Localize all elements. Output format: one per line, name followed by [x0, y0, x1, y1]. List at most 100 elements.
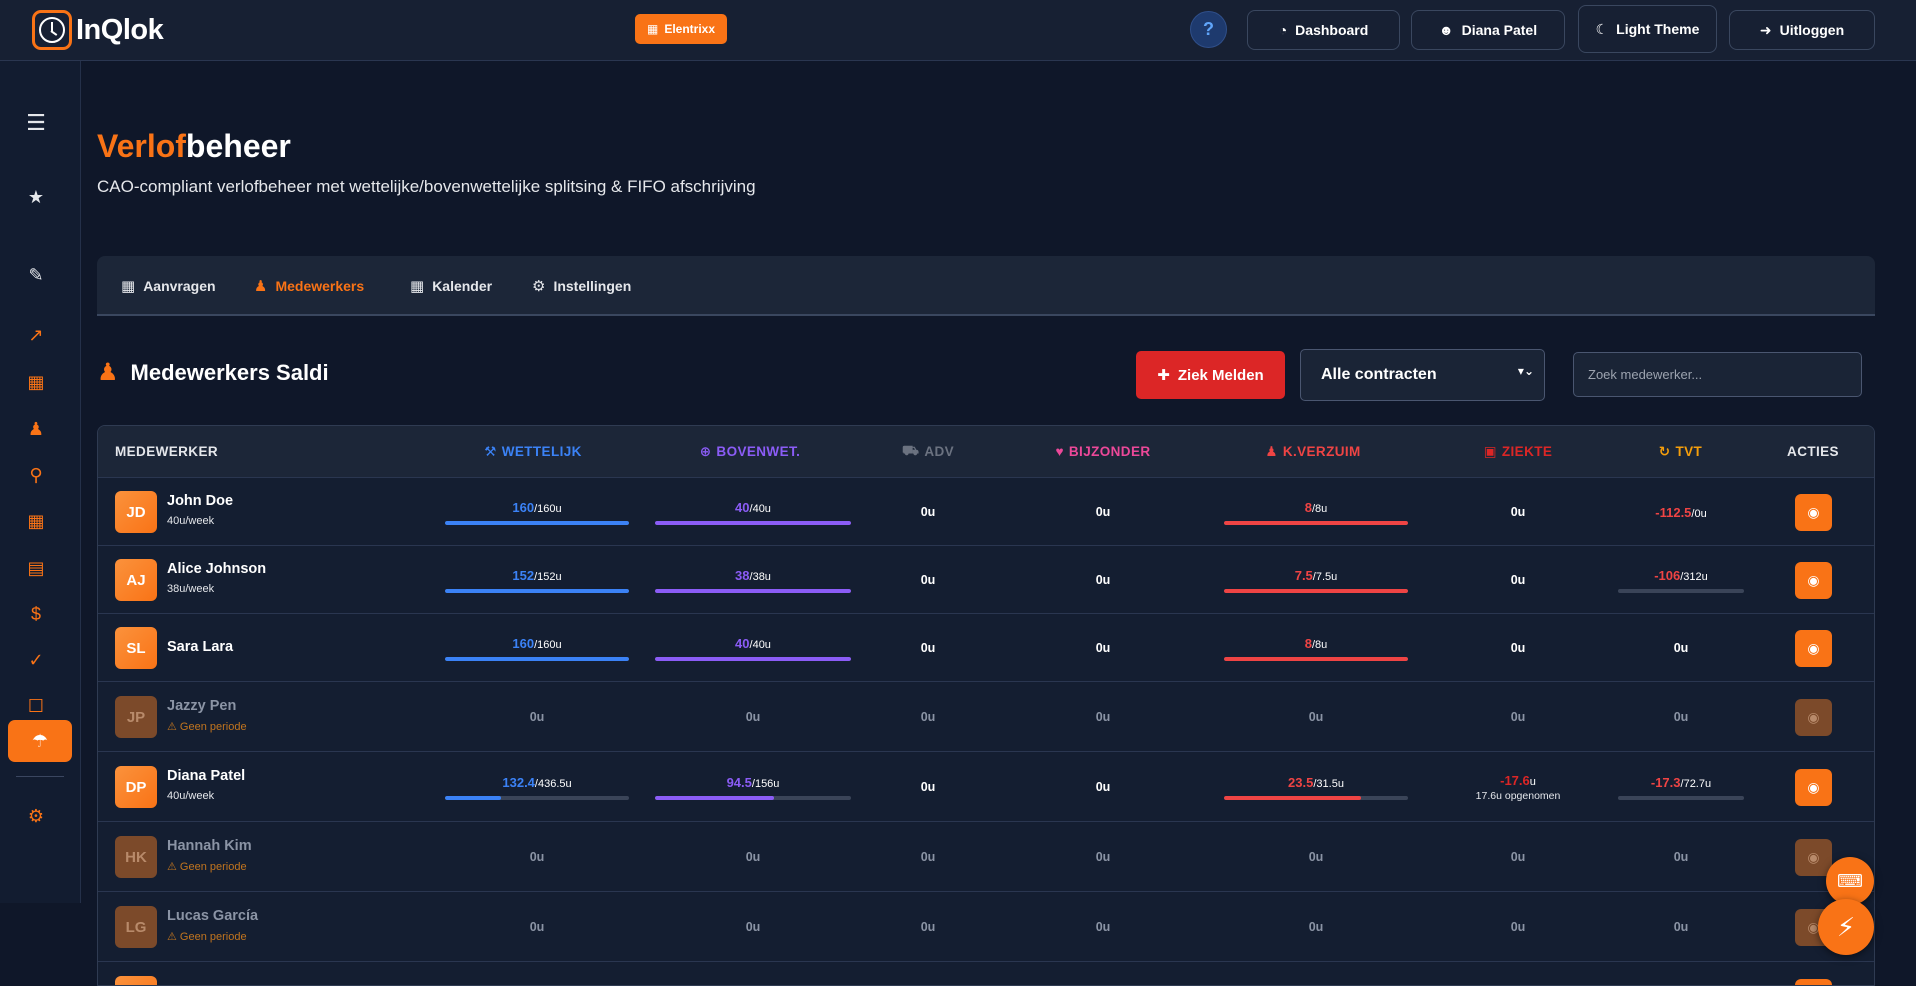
tab-medewerkers[interactable]: ♟ Medewerkers: [254, 256, 364, 316]
tab-kalender[interactable]: ▦ Kalender: [410, 256, 492, 316]
cell-bovenwet: 0u: [650, 822, 856, 892]
cell-kverzuim: 0u: [1219, 822, 1413, 892]
wettelijk-value: 132.4/436.5u: [502, 775, 571, 790]
tvt-total: /72.7u: [1680, 777, 1712, 790]
bovenwet-value: 38/38u: [735, 568, 771, 583]
users-icon[interactable]: ♟: [0, 411, 72, 447]
help-button[interactable]: ?: [1190, 11, 1227, 48]
contract-filter-select[interactable]: Alle contracten ▾⌄: [1300, 349, 1545, 401]
table-row[interactable]: JD John Doe 40u/week 160/160u 40/40u 0u 0u 8/8u…: [98, 477, 1874, 545]
employee-name[interactable]: Sara Lara: [167, 639, 233, 655]
employee-name[interactable]: Lucas García: [167, 908, 258, 924]
clipboard-icon[interactable]: ☐: [0, 688, 72, 724]
tab-label: Kalender: [432, 278, 493, 294]
employee-name[interactable]: John Doe: [167, 493, 233, 509]
qr-icon[interactable]: ▦: [0, 364, 72, 400]
view-details-button[interactable]: ◉: [1795, 629, 1832, 667]
user-button[interactable]: ☻ Diana Patel: [1411, 10, 1565, 50]
cell-bovenwet: 94.5/156u: [650, 752, 856, 822]
chart-icon[interactable]: ↗: [0, 317, 72, 353]
employee-name[interactable]: Alice Johnson: [167, 561, 266, 577]
view-details-button[interactable]: ◉: [1795, 698, 1832, 736]
header-bovenwet[interactable]: ⊕ BOVENWET.: [650, 426, 850, 477]
header-wettelijk[interactable]: ⚒ WETTELIJK: [438, 426, 628, 477]
sync-icon: ↻: [1658, 443, 1671, 459]
page-title-rest: beheer: [185, 128, 291, 164]
cell-bijzonder: 0u: [1038, 752, 1168, 822]
dashboard-button[interactable]: ◔ Dashboard: [1247, 10, 1400, 50]
kverzuim-progress-fill: [1224, 656, 1408, 661]
table-row[interactable]: DP Diana Patel 40u/week 132.4/436.5u 94.5/15…: [98, 751, 1874, 821]
table-row[interactable]: AJ Alice Johnson 38u/week 152/152u 38/38u 0u 0…: [98, 545, 1874, 613]
theme-toggle-button[interactable]: ☾ Light Theme: [1578, 5, 1717, 53]
sick-report-button[interactable]: ✚ Ziek Melden: [1136, 351, 1285, 399]
header-ziekte[interactable]: ▣ ZIEKTE: [1458, 426, 1578, 477]
header-adv[interactable]: ⛟ ADV: [878, 426, 978, 477]
settings-icon[interactable]: ⚙: [0, 798, 72, 834]
vacation-icon[interactable]: ☂: [8, 720, 72, 762]
employee-sub-label: Geen periode: [179, 721, 247, 733]
kverzuim-value: 8/8u: [1305, 500, 1328, 515]
warning-icon: ⚠: [167, 931, 180, 943]
keyboard-shortcuts-button[interactable]: ⌨: [1826, 857, 1874, 905]
wettelijk-progress-fill: [445, 588, 629, 593]
table-row[interactable]: SL Sara Lara 160/160u 40/40u 0u 0u 8/8u 0u 0u ◉: [98, 613, 1874, 681]
calendar-icon[interactable]: ▦: [0, 503, 72, 539]
wettelijk-total: /436.5u: [534, 777, 572, 790]
calendar-check-icon: ▦: [121, 278, 136, 295]
table-row[interactable]: HK Hannah Kim ⚠ Geen periode 0u 0u 0u 0u 0u 0u 0u…: [98, 821, 1874, 891]
bolt-icon: ⚡: [1836, 911, 1856, 942]
wettelijk-value: 0u: [529, 710, 545, 724]
kverzuim-value: 7.5/7.5u: [1295, 568, 1338, 583]
header-label: ADV: [924, 444, 955, 459]
wettelijk-total: /160u: [534, 502, 562, 515]
star-icon[interactable]: ★: [0, 179, 72, 215]
edit-icon[interactable]: ✎: [0, 257, 72, 293]
cell-wettelijk: 0u: [440, 822, 634, 892]
quick-actions-button[interactable]: ⚡: [1818, 899, 1874, 955]
logout-button[interactable]: ➜ Uitloggen: [1729, 10, 1875, 50]
employee-name[interactable]: Diana Patel: [167, 768, 245, 784]
table-row[interactable]: SLSophie Lang◉: [98, 961, 1874, 985]
building-icon: ▦: [647, 22, 659, 36]
view-details-button[interactable]: ◉: [1795, 493, 1832, 531]
kverzuim-progress-fill: [1224, 520, 1408, 525]
report-icon[interactable]: ▤: [0, 550, 72, 586]
menu-icon[interactable]: ☰: [0, 105, 72, 141]
header-kverzuim[interactable]: ♟ K.VERZUIM: [1218, 426, 1408, 477]
payment-icon[interactable]: $: [0, 596, 72, 632]
header-label: WETTELIJK: [501, 444, 582, 459]
employee-search-input[interactable]: [1573, 352, 1862, 397]
cell-tvt: 0u: [1618, 892, 1744, 962]
eye-icon: ◉: [1807, 778, 1820, 795]
view-details-button[interactable]: ◉: [1795, 768, 1832, 806]
cell-tvt: 0u: [1618, 682, 1744, 752]
app-logo[interactable]: InQlok: [32, 10, 164, 50]
location-icon[interactable]: ⚲: [0, 457, 72, 493]
cell-adv: 0u: [878, 478, 978, 546]
table-row[interactable]: LG Lucas García ⚠ Geen periode 0u 0u 0u 0u 0u 0u…: [98, 891, 1874, 961]
contract-select-value: Alle contracten: [1321, 366, 1437, 383]
header-tvt[interactable]: ↻ TVT: [1618, 426, 1743, 477]
employee-name[interactable]: Jazzy Pen: [167, 698, 236, 714]
bijzonder-value: 0u: [1095, 780, 1111, 794]
tab-instellingen[interactable]: ⚙ Instellingen: [532, 256, 631, 316]
cell-kverzuim: 8/8u: [1219, 478, 1413, 546]
kverzuim-total: /8u: [1311, 502, 1328, 515]
view-details-button[interactable]: ◉: [1795, 978, 1832, 985]
approve-icon[interactable]: ✓: [0, 642, 72, 678]
view-details-button[interactable]: ◉: [1795, 838, 1832, 876]
tvt-amount: -106: [1654, 567, 1681, 583]
table-row[interactable]: JP Jazzy Pen ⚠ Geen periode 0u 0u 0u 0u 0u 0u 0u ◉: [98, 681, 1874, 751]
cell-ziekte: [1458, 962, 1578, 985]
view-details-button[interactable]: ◉: [1795, 561, 1832, 599]
ziekte-value: 0u: [1510, 505, 1526, 519]
company-badge[interactable]: ▦ Elentrixx: [635, 14, 728, 44]
employee-name[interactable]: Hannah Kim: [167, 838, 252, 854]
kverzuim-progress-fill: [1224, 795, 1362, 800]
cell-bovenwet: 40/40u: [650, 478, 856, 546]
tab-aanvragen[interactable]: ▦ Aanvragen: [121, 256, 216, 316]
header-medewerker[interactable]: MEDEWERKER: [115, 426, 415, 477]
header-bijzonder[interactable]: ♥ BIJZONDER: [1038, 426, 1168, 477]
sidebar: ☰ ★ ✎ ↗ ▦ ♟ ⚲ ▦ ▤ $ ✓ ☐ ☂ ⚙: [0, 61, 81, 903]
